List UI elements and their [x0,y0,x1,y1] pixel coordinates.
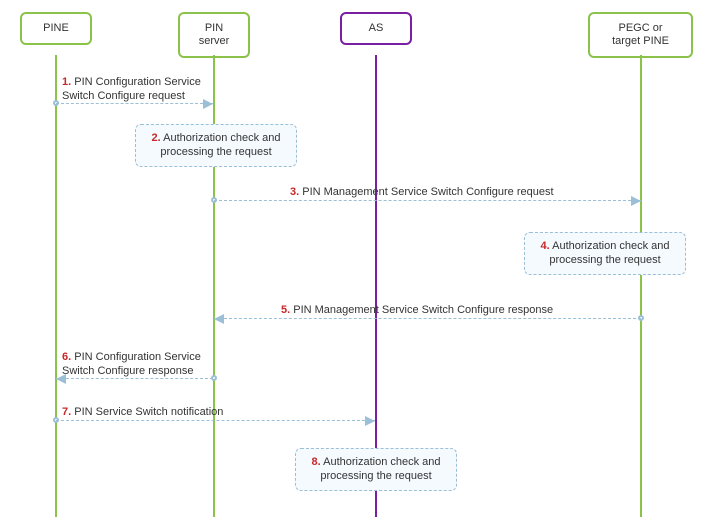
msg-7 [56,420,375,421]
step-number: 7. [62,406,71,418]
lifeline-pegc [640,55,642,517]
participant-as: AS [340,12,412,45]
process-8: 8. Authorization check andprocessing the… [295,448,457,491]
step-number: 3. [290,186,299,198]
process-4: 4. Authorization check andprocessing the… [524,232,686,275]
step-text: PIN Management Service Switch Configure … [293,304,553,316]
arrow-head-icon [214,314,224,324]
step-number: 1. [62,76,71,88]
participant-pin-server: PINserver [178,12,250,58]
step-number: 4. [540,240,549,252]
sequence-diagram: PINE PINserver AS PEGC ortarget PINE 1. … [0,0,712,523]
step-number: 2. [151,132,160,144]
step-number: 8. [311,456,320,468]
participant-pine: PINE [20,12,92,45]
msg-1-label: 1. PIN Configuration ServiceSwitch Confi… [62,75,201,104]
participant-label: PINE [43,22,69,34]
participant-label: PEGC ortarget PINE [612,22,669,47]
process-2: 2. Authorization check andprocessing the… [135,124,297,167]
step-number: 5. [281,304,290,316]
participant-pegc: PEGC ortarget PINE [588,12,693,58]
arrow-head-icon [631,196,641,206]
step-text: PIN Management Service Switch Configure … [302,186,553,198]
step-number: 6. [62,351,71,363]
arrow-head-icon [365,416,375,426]
msg-7-label: 7. PIN Service Switch notification [62,405,223,419]
msg-5-label: 5. PIN Management Service Switch Configu… [281,303,553,317]
step-text: Authorization check andprocessing the re… [549,240,669,266]
step-text: PIN Configuration ServiceSwitch Configur… [62,351,201,377]
arrow-head-icon [203,99,213,109]
participant-label: PINserver [199,22,230,47]
participant-label: AS [369,22,384,34]
step-text: PIN Service Switch notification [74,406,223,418]
step-text: Authorization check andprocessing the re… [320,456,440,482]
msg-6-label: 6. PIN Configuration ServiceSwitch Confi… [62,350,201,379]
msg-3-label: 3. PIN Management Service Switch Configu… [290,185,554,199]
step-text: PIN Configuration ServiceSwitch Configur… [62,76,201,102]
lifeline-pine [55,55,57,517]
step-text: Authorization check andprocessing the re… [160,132,280,158]
msg-3 [214,200,641,201]
msg-5 [214,318,641,319]
